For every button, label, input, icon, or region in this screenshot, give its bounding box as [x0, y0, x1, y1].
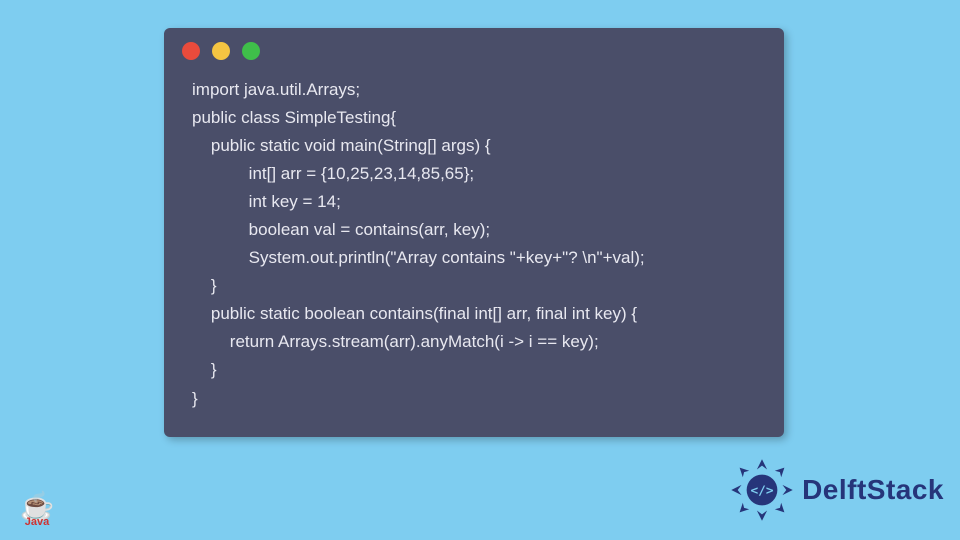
code-line: int[] arr = {10,25,23,14,85,65};: [192, 164, 474, 183]
zoom-icon[interactable]: [242, 42, 260, 60]
code-line: System.out.println("Array contains "+key…: [192, 248, 645, 267]
delftstack-logo: </> DelftStack: [730, 458, 944, 522]
code-line: public class SimpleTesting{: [192, 108, 396, 127]
code-line: public static void main(String[] args) {: [192, 136, 491, 155]
java-logo: ☕ Java: [14, 499, 60, 528]
code-line: }: [192, 360, 217, 379]
code-window: import java.util.Arrays; public class Si…: [164, 28, 784, 437]
window-titlebar: [164, 28, 784, 66]
code-line: }: [192, 389, 198, 408]
close-icon[interactable]: [182, 42, 200, 60]
svg-text:</>: </>: [751, 483, 774, 498]
code-block: import java.util.Arrays; public class Si…: [164, 66, 784, 437]
minimize-icon[interactable]: [212, 42, 230, 60]
code-line: public static boolean contains(final int…: [192, 304, 637, 323]
code-line: boolean val = contains(arr, key);: [192, 220, 490, 239]
code-line: return Arrays.stream(arr).anyMatch(i -> …: [192, 332, 599, 351]
code-line: }: [192, 276, 217, 295]
code-line: import java.util.Arrays;: [192, 80, 360, 99]
java-steam-icon: ☕: [14, 499, 60, 516]
code-line: int key = 14;: [192, 192, 341, 211]
delftstack-label: DelftStack: [802, 474, 944, 506]
delftstack-badge-icon: </>: [730, 458, 794, 522]
